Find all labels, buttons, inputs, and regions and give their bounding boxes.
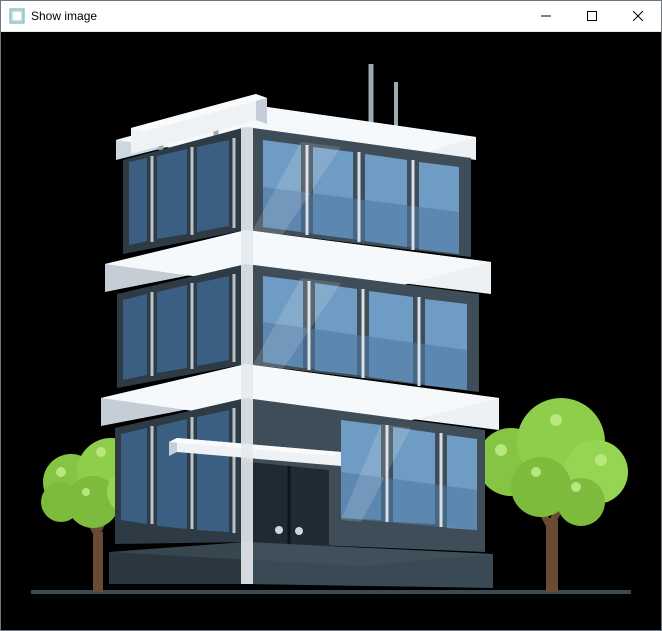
app-icon	[9, 8, 25, 24]
maximize-button[interactable]	[569, 1, 615, 31]
close-button[interactable]	[615, 1, 661, 31]
close-icon	[633, 11, 643, 21]
maximize-icon	[587, 11, 597, 21]
window-title: Show image	[31, 9, 97, 23]
titlebar: Show image	[1, 1, 661, 32]
minimize-button[interactable]	[523, 1, 569, 31]
image-viewport	[1, 32, 661, 630]
minimize-icon	[541, 11, 551, 21]
building-illustration	[1, 32, 661, 630]
app-window: Show image	[0, 0, 662, 631]
